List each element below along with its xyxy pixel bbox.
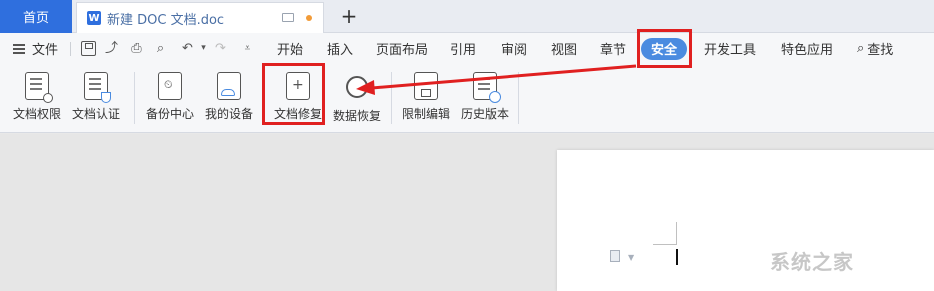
arrow-line — [371, 64, 637, 90]
annotation-arrow — [356, 64, 637, 95]
arrow-head — [356, 80, 375, 95]
